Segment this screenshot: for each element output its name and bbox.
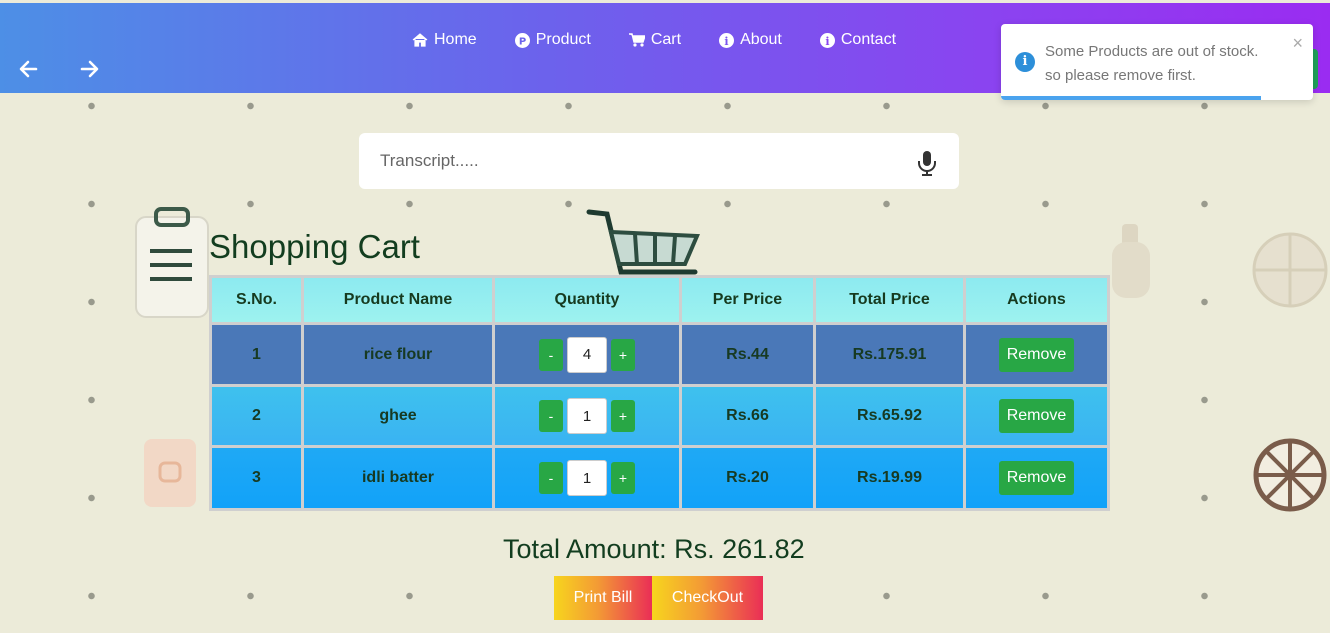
nav-product[interactable]: P Product <box>514 31 591 49</box>
svg-text:i: i <box>724 34 728 47</box>
cell-total-price: Rs.19.99 <box>816 448 963 508</box>
nav-product-label: Product <box>535 31 591 48</box>
cell-actions: Remove <box>966 387 1107 445</box>
cart-table: S.No. Product Name Quantity Per Price To… <box>209 275 1110 511</box>
decrement-button[interactable]: - <box>539 400 563 432</box>
toast-progress-bar <box>1001 96 1261 100</box>
home-icon <box>412 33 428 47</box>
cell-quantity: - + <box>495 387 679 445</box>
transcript-input[interactable] <box>359 133 899 189</box>
cell-product-name: ghee <box>304 387 492 445</box>
decrement-button[interactable]: - <box>539 462 563 494</box>
table-row: 3 idli batter - + Rs.20 Rs.19.99 Remove <box>212 448 1107 508</box>
nav-home-label: Home <box>434 31 477 48</box>
total-amount: Total Amount: Rs. 261.82 <box>503 534 805 564</box>
quantity-stepper: - + <box>539 460 635 496</box>
cell-sno: 1 <box>212 325 301 384</box>
cell-sno: 3 <box>212 448 301 508</box>
cell-product-name: rice flour <box>304 325 492 384</box>
cell-per-price: Rs.66 <box>682 387 813 445</box>
header-sno: S.No. <box>212 278 301 322</box>
cell-actions: Remove <box>966 448 1107 508</box>
toast-line-1: Some Products are out of stock. <box>1045 43 1259 60</box>
cell-sno: 2 <box>212 387 301 445</box>
quantity-input[interactable] <box>567 398 607 434</box>
info-icon: i <box>1015 52 1035 72</box>
cell-per-price: Rs.20 <box>682 448 813 508</box>
quantity-stepper: - + <box>539 336 635 373</box>
nav-home[interactable]: Home <box>412 31 477 49</box>
cell-per-price: Rs.44 <box>682 325 813 384</box>
search-bar <box>359 133 959 189</box>
quantity-input[interactable] <box>567 460 607 496</box>
remove-button[interactable]: Remove <box>999 461 1074 495</box>
remove-button[interactable]: Remove <box>999 337 1074 372</box>
nav-about[interactable]: i About <box>719 31 782 49</box>
decrement-button[interactable]: - <box>539 338 563 371</box>
table-header-row: S.No. Product Name Quantity Per Price To… <box>212 278 1107 322</box>
citrus-illustration <box>1252 232 1328 308</box>
cell-actions: Remove <box>966 325 1107 384</box>
table-row: 2 ghee - + Rs.66 Rs.65.92 Remove <box>212 387 1107 445</box>
svg-text:P: P <box>519 36 526 47</box>
bag-illustration <box>144 439 196 507</box>
header-total-price: Total Price <box>816 278 963 322</box>
cell-total-price: Rs.65.92 <box>816 387 963 445</box>
microphone-icon[interactable] <box>917 150 937 181</box>
remove-button[interactable]: Remove <box>999 399 1074 433</box>
print-bill-button[interactable]: Print Bill <box>554 576 652 620</box>
info-icon: i <box>719 32 735 48</box>
product-icon: P <box>514 32 530 48</box>
nav-links: Home P Product Cart i About i Contact <box>412 31 934 49</box>
close-icon[interactable]: × <box>1292 34 1303 52</box>
table-row: 1 rice flour - + Rs.44 Rs.175.91 Remove <box>212 325 1107 384</box>
nav-about-label: About <box>740 31 782 48</box>
cart-icon <box>628 33 645 47</box>
increment-button[interactable]: + <box>611 462 635 494</box>
wheel-illustration <box>1253 438 1327 512</box>
toast-notification: i Some Products are out of stock. so ple… <box>1001 24 1313 100</box>
header-quantity: Quantity <box>495 278 679 322</box>
nav-cart-label: Cart <box>650 31 682 48</box>
increment-button[interactable]: + <box>611 400 635 432</box>
page-title: Shopping Cart <box>209 228 420 265</box>
clipboard-illustration <box>135 207 209 318</box>
checkout-button[interactable]: CheckOut <box>652 576 763 620</box>
bottle-illustration <box>1112 224 1150 298</box>
cell-total-price: Rs.175.91 <box>816 325 963 384</box>
nav-contact[interactable]: i Contact <box>819 31 897 49</box>
cell-quantity: - + <box>495 448 679 508</box>
cell-quantity: - + <box>495 325 679 384</box>
quantity-input[interactable] <box>567 336 607 373</box>
quantity-stepper: - + <box>539 398 635 434</box>
increment-button[interactable]: + <box>611 338 635 371</box>
header-actions: Actions <box>966 278 1107 322</box>
cart-illustration <box>586 209 700 275</box>
arrow-right-icon[interactable] <box>80 59 102 81</box>
svg-text:i: i <box>825 34 829 47</box>
toast-line-2: so please remove first. <box>1045 67 1196 84</box>
nav-cart[interactable]: Cart <box>628 31 682 49</box>
info-icon: i <box>819 32 835 48</box>
arrow-left-icon[interactable] <box>18 59 40 81</box>
toast-message: Some Products are out of stock. so pleas… <box>1045 40 1285 88</box>
header-product-name: Product Name <box>304 278 492 322</box>
cell-product-name: idli batter <box>304 448 492 508</box>
nav-contact-label: Contact <box>840 31 897 48</box>
header-per-price: Per Price <box>682 278 813 322</box>
